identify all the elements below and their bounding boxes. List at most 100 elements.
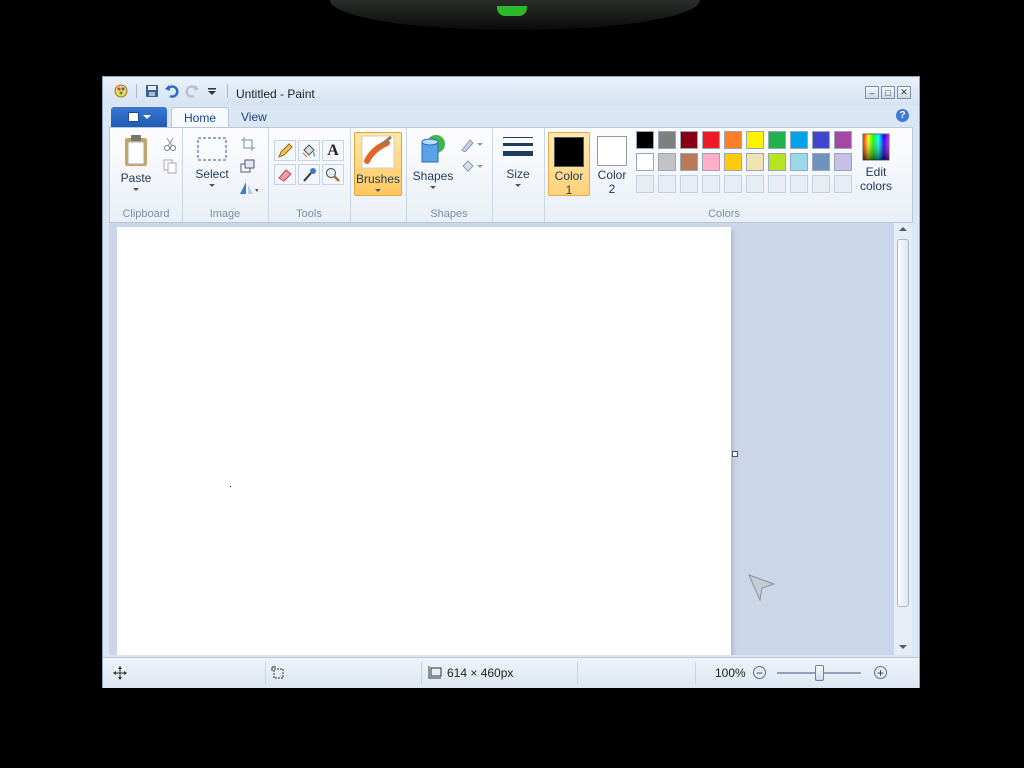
zoom-slider-thumb[interactable] <box>815 665 824 681</box>
paint-app-icon[interactable] <box>113 83 129 99</box>
custom-color-slot[interactable] <box>724 175 742 193</box>
custom-color-slot[interactable] <box>680 175 698 193</box>
tab-home[interactable]: Home <box>171 107 230 128</box>
palette-swatch[interactable] <box>724 153 742 171</box>
palette-swatch[interactable] <box>790 153 808 171</box>
zoom-in-button[interactable]: + <box>874 666 887 679</box>
palette-swatch[interactable] <box>680 153 698 171</box>
scroll-down-icon[interactable] <box>899 645 907 649</box>
pencil-tool[interactable] <box>274 140 296 161</box>
outline-button[interactable] <box>460 134 486 154</box>
brush-icon <box>361 135 395 169</box>
cursor-position <box>113 664 127 682</box>
title-bar: Untitled - Paint – □ ✕ <box>103 77 919 105</box>
color1-button[interactable]: Color 1 <box>548 132 590 197</box>
quick-access-toolbar <box>113 83 231 99</box>
crop-icon[interactable] <box>238 134 258 154</box>
palette-swatch[interactable] <box>636 153 654 171</box>
palette-swatch[interactable] <box>834 131 852 149</box>
color1-swatch <box>554 137 584 167</box>
edit-colors-button[interactable]: Edit colors <box>854 132 898 193</box>
magnifier-tool[interactable] <box>322 164 344 185</box>
custom-color-slot[interactable] <box>812 175 830 193</box>
minimize-button[interactable]: – <box>865 86 879 99</box>
copy-icon[interactable] <box>160 156 180 176</box>
selection-icon <box>271 666 284 679</box>
colors-group: Color 1 Color 2 Edit colors Colors <box>544 128 904 222</box>
help-icon[interactable]: ? <box>896 109 909 122</box>
edit-colors-label-1: Edit <box>865 165 887 179</box>
palette-swatch[interactable] <box>834 153 852 171</box>
palette-swatch[interactable] <box>724 131 742 149</box>
maximize-button[interactable]: □ <box>881 86 895 99</box>
custom-color-slot[interactable] <box>636 175 654 193</box>
close-button[interactable]: ✕ <box>897 86 911 99</box>
palette-swatch[interactable] <box>658 131 676 149</box>
palette-swatch[interactable] <box>702 131 720 149</box>
scrollbar-thumb[interactable] <box>897 239 909 607</box>
close-icon: ✕ <box>900 87 908 97</box>
palette-swatch[interactable] <box>768 131 786 149</box>
palette-swatch[interactable] <box>768 153 786 171</box>
color-spectrum-icon <box>862 133 890 161</box>
custom-color-slot[interactable] <box>702 175 720 193</box>
palette-swatch[interactable] <box>658 153 676 171</box>
custom-color-slot[interactable] <box>790 175 808 193</box>
qat-separator <box>227 84 228 98</box>
shapes-button[interactable]: Shapes <box>410 132 456 189</box>
size-group: Size <box>492 128 545 222</box>
custom-color-slot[interactable] <box>658 175 676 193</box>
status-divider <box>577 662 578 684</box>
paste-button[interactable]: Paste <box>116 134 156 191</box>
text-tool[interactable]: A <box>322 140 344 161</box>
brushes-button[interactable]: Brushes <box>354 132 402 196</box>
rotate-icon[interactable] <box>238 178 258 198</box>
scroll-up-icon[interactable] <box>899 227 907 231</box>
eraser-tool[interactable] <box>274 164 296 185</box>
palette-swatch[interactable] <box>746 153 764 171</box>
tab-view[interactable]: View <box>229 107 279 127</box>
eraser-icon <box>278 168 292 182</box>
minimize-icon: – <box>869 87 875 98</box>
paint-bucket-icon <box>302 143 315 157</box>
chevron-down-icon <box>375 189 381 192</box>
zoom-level: 100% <box>715 666 746 680</box>
fill-button[interactable] <box>460 156 486 176</box>
zoom-out-button[interactable]: − <box>753 666 766 679</box>
save-icon[interactable] <box>144 83 160 99</box>
size-button[interactable]: Size <box>497 134 539 187</box>
window-controls: – □ ✕ <box>865 86 911 99</box>
drawing-canvas[interactable] <box>117 227 731 655</box>
cut-icon[interactable] <box>160 134 180 154</box>
fill-tool[interactable] <box>298 140 320 161</box>
palette-swatch[interactable] <box>636 131 654 149</box>
vertical-scrollbar[interactable] <box>893 223 912 655</box>
color2-button[interactable]: Color 2 <box>592 132 632 196</box>
image-size-text: 614 × 460px <box>447 666 514 680</box>
tools-group-label: Tools <box>296 208 322 220</box>
palette-swatch[interactable] <box>746 131 764 149</box>
palette-swatch[interactable] <box>702 153 720 171</box>
canvas-resize-handle[interactable] <box>732 451 738 457</box>
redo-icon[interactable] <box>184 83 200 99</box>
size-label: Size <box>506 167 530 181</box>
undo-icon[interactable] <box>164 83 180 99</box>
palette-swatch[interactable] <box>812 153 830 171</box>
custom-color-slot[interactable] <box>834 175 852 193</box>
select-label: Select <box>195 167 229 181</box>
custom-color-slot[interactable] <box>768 175 786 193</box>
select-button[interactable]: Select <box>192 134 232 187</box>
custom-color-slot[interactable] <box>746 175 764 193</box>
paint-menu-button[interactable] <box>111 107 167 127</box>
status-divider <box>421 662 422 684</box>
fill-bucket-icon <box>462 160 483 172</box>
ribbon-tab-row: Home View ? <box>103 105 919 128</box>
color2-swatch <box>597 136 627 166</box>
color2-label: Color <box>597 168 627 182</box>
palette-swatch[interactable] <box>812 131 830 149</box>
color-picker-tool[interactable] <box>298 164 320 185</box>
palette-swatch[interactable] <box>790 131 808 149</box>
customize-qat-icon[interactable] <box>204 83 220 99</box>
resize-icon[interactable] <box>238 156 258 176</box>
palette-swatch[interactable] <box>680 131 698 149</box>
